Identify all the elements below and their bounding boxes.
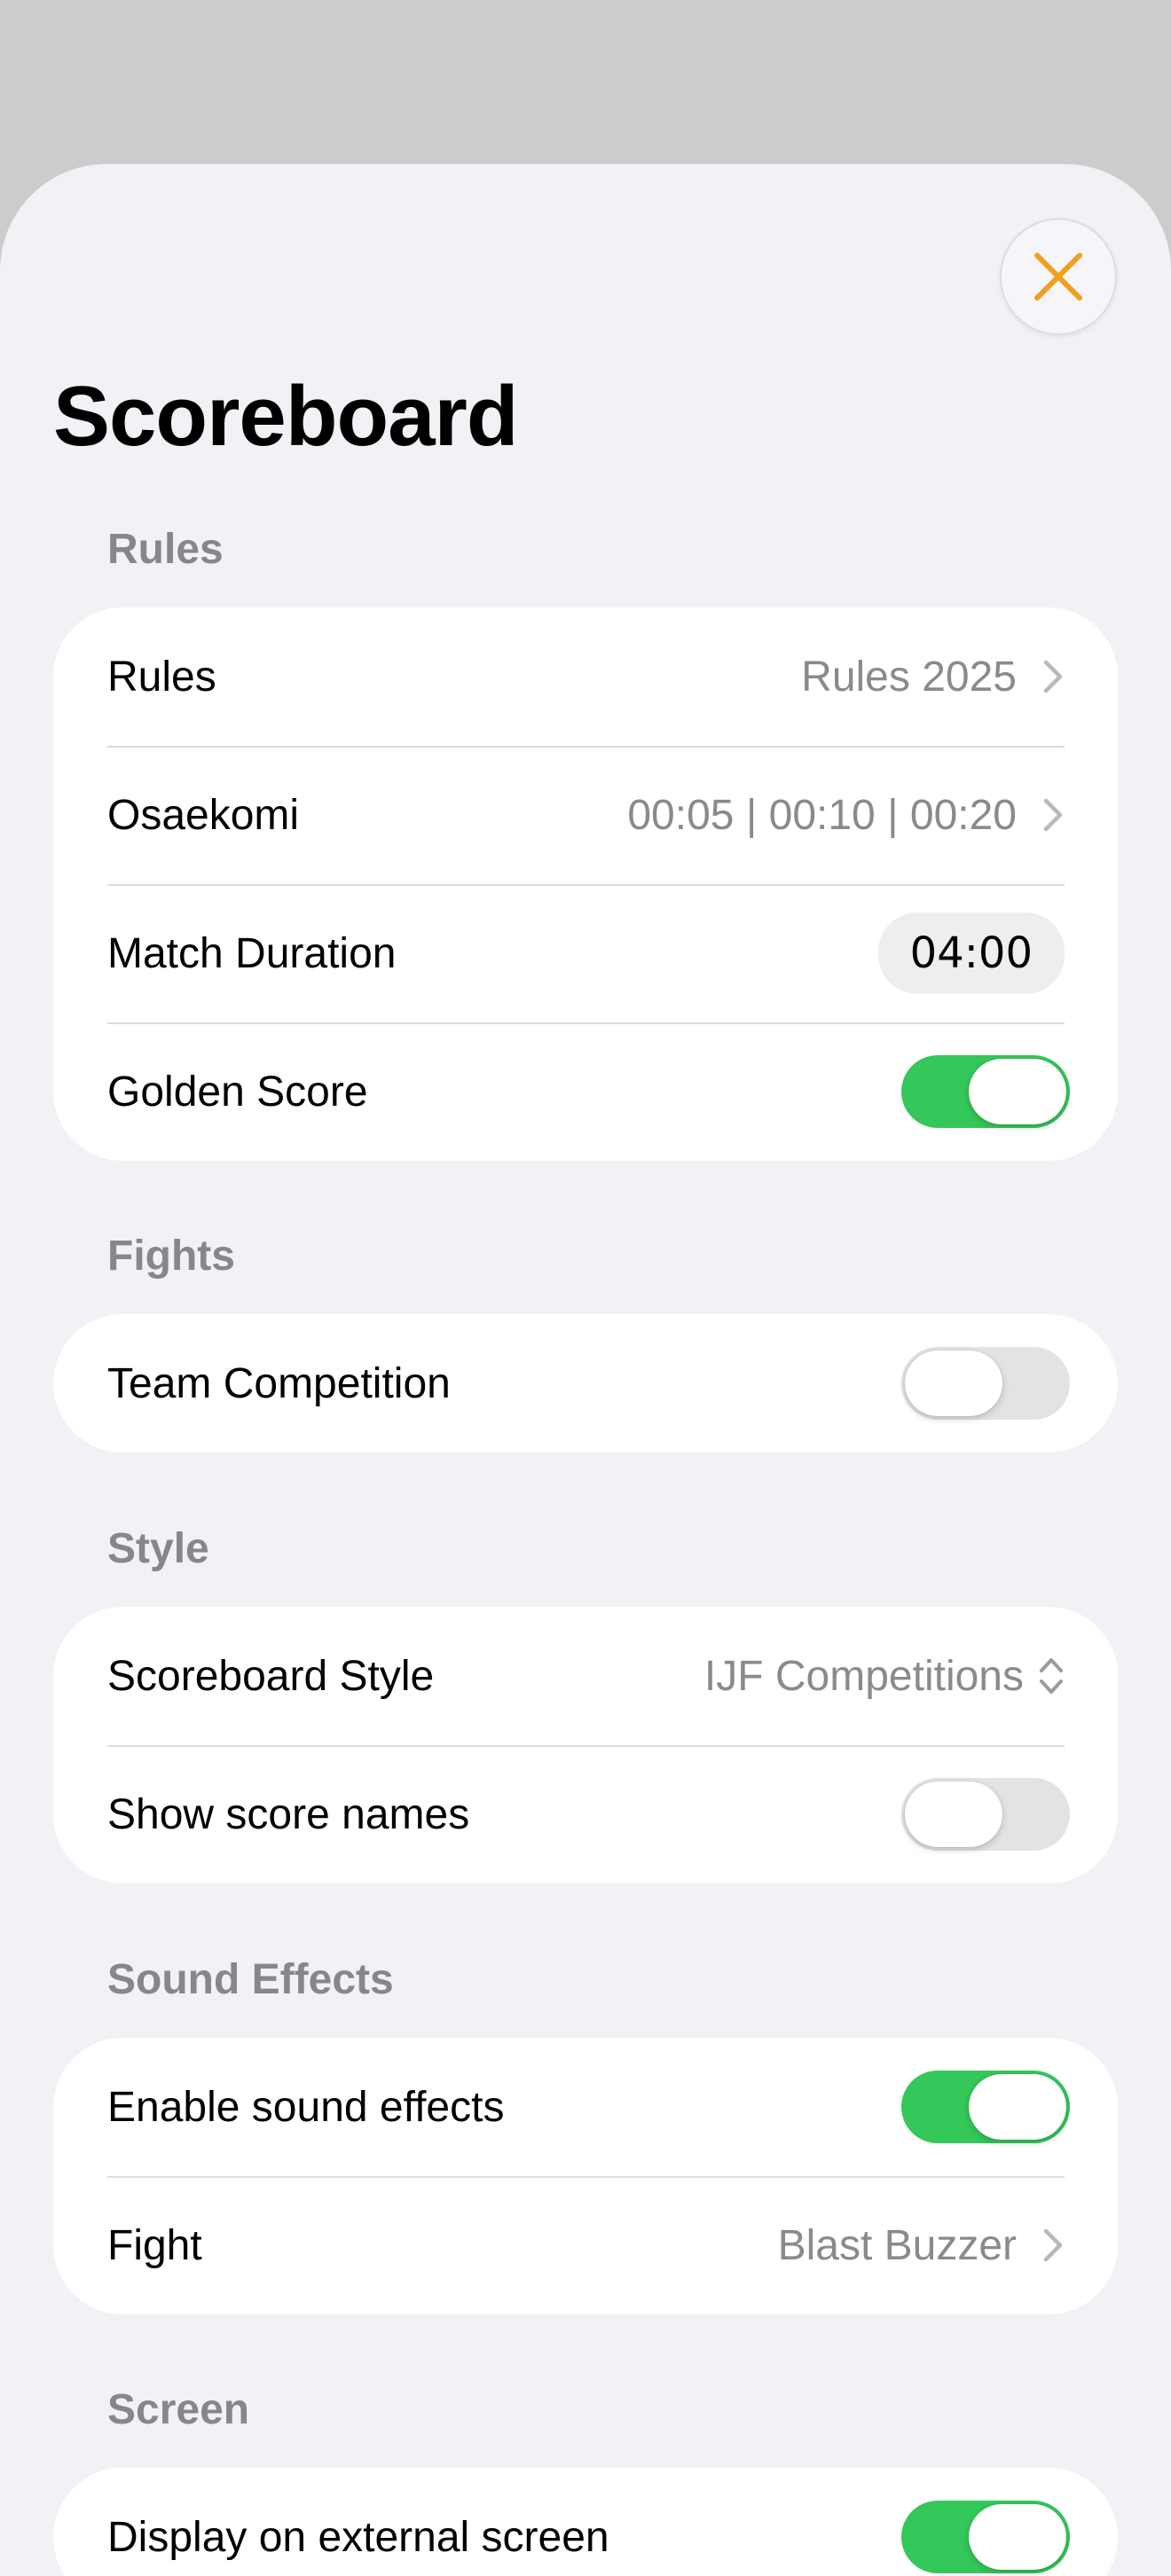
osaekomi-label: Osaekomi (107, 791, 300, 839)
screen-group: Display on external screen (53, 2468, 1118, 2576)
settings-sheet: Scoreboard Rules Rules Rules 2025 Osaeko… (0, 164, 1171, 2576)
external-screen-toggle[interactable] (901, 2501, 1070, 2573)
team-competition-toggle[interactable] (901, 1347, 1070, 1420)
osaekomi-value: 00:05 | 00:10 | 00:20 (627, 791, 1017, 839)
enable-sound-row: Enable sound effects (53, 2038, 1118, 2176)
scoreboard-style-value: IJF Competitions (703, 1652, 1024, 1700)
golden-score-row: Golden Score (53, 1022, 1118, 1161)
section-header-rules: Rules (107, 526, 224, 573)
fight-sound-row[interactable]: Fight Blast Buzzer (53, 2176, 1118, 2314)
show-score-names-toggle[interactable] (901, 1778, 1070, 1851)
show-score-names-label: Show score names (107, 1790, 470, 1838)
toggle-knob (905, 1351, 1002, 1416)
toggle-knob (969, 2074, 1066, 2140)
chevron-right-icon (1041, 2228, 1065, 2263)
scoreboard-style-label: Scoreboard Style (107, 1652, 435, 1700)
scoreboard-style-row[interactable]: Scoreboard Style IJF Competitions (53, 1607, 1118, 1745)
chevron-up-down-icon (1038, 1655, 1065, 1697)
toggle-knob (969, 2504, 1066, 2570)
section-header-screen: Screen (107, 2386, 250, 2433)
osaekomi-row[interactable]: Osaekomi 00:05 | 00:10 | 00:20 (53, 746, 1118, 884)
fight-sound-value: Blast Buzzer (777, 2221, 1017, 2269)
rules-value: Rules 2025 (801, 653, 1017, 701)
match-duration-picker[interactable]: 04:00 (877, 912, 1065, 994)
team-competition-row: Team Competition (53, 1314, 1118, 1452)
golden-score-label: Golden Score (107, 1068, 368, 1116)
page-title: Scoreboard (53, 369, 518, 464)
section-header-sound-effects: Sound Effects (107, 1956, 394, 2003)
external-screen-label: Display on external screen (107, 2513, 609, 2561)
style-group: Scoreboard Style IJF Competitions Show s… (53, 1607, 1118, 1883)
enable-sound-label: Enable sound effects (107, 2083, 505, 2131)
match-duration-label: Match Duration (107, 929, 397, 977)
show-score-names-row: Show score names (53, 1745, 1118, 1883)
golden-score-toggle[interactable] (901, 1055, 1070, 1128)
chevron-right-icon (1041, 659, 1065, 694)
rules-row[interactable]: Rules Rules 2025 (53, 607, 1118, 746)
chevron-right-icon (1041, 797, 1065, 833)
sound-effects-group: Enable sound effects Fight Blast Buzzer (53, 2038, 1118, 2314)
fights-group: Team Competition (53, 1314, 1118, 1452)
toggle-knob (969, 1059, 1066, 1124)
rules-group: Rules Rules 2025 Osaekomi 00:05 | 00:10 … (53, 607, 1118, 1161)
match-duration-row: Match Duration 04:00 (53, 884, 1118, 1022)
close-button[interactable] (1000, 218, 1117, 335)
fight-sound-label: Fight (107, 2221, 202, 2269)
external-screen-row: Display on external screen (53, 2468, 1118, 2576)
section-header-style: Style (107, 1525, 209, 1572)
team-competition-label: Team Competition (107, 1359, 451, 1407)
enable-sound-toggle[interactable] (901, 2071, 1070, 2143)
section-header-fights: Fights (107, 1233, 235, 1280)
rules-label: Rules (107, 653, 216, 701)
xmark-icon (1034, 253, 1082, 301)
toggle-knob (905, 1781, 1002, 1847)
